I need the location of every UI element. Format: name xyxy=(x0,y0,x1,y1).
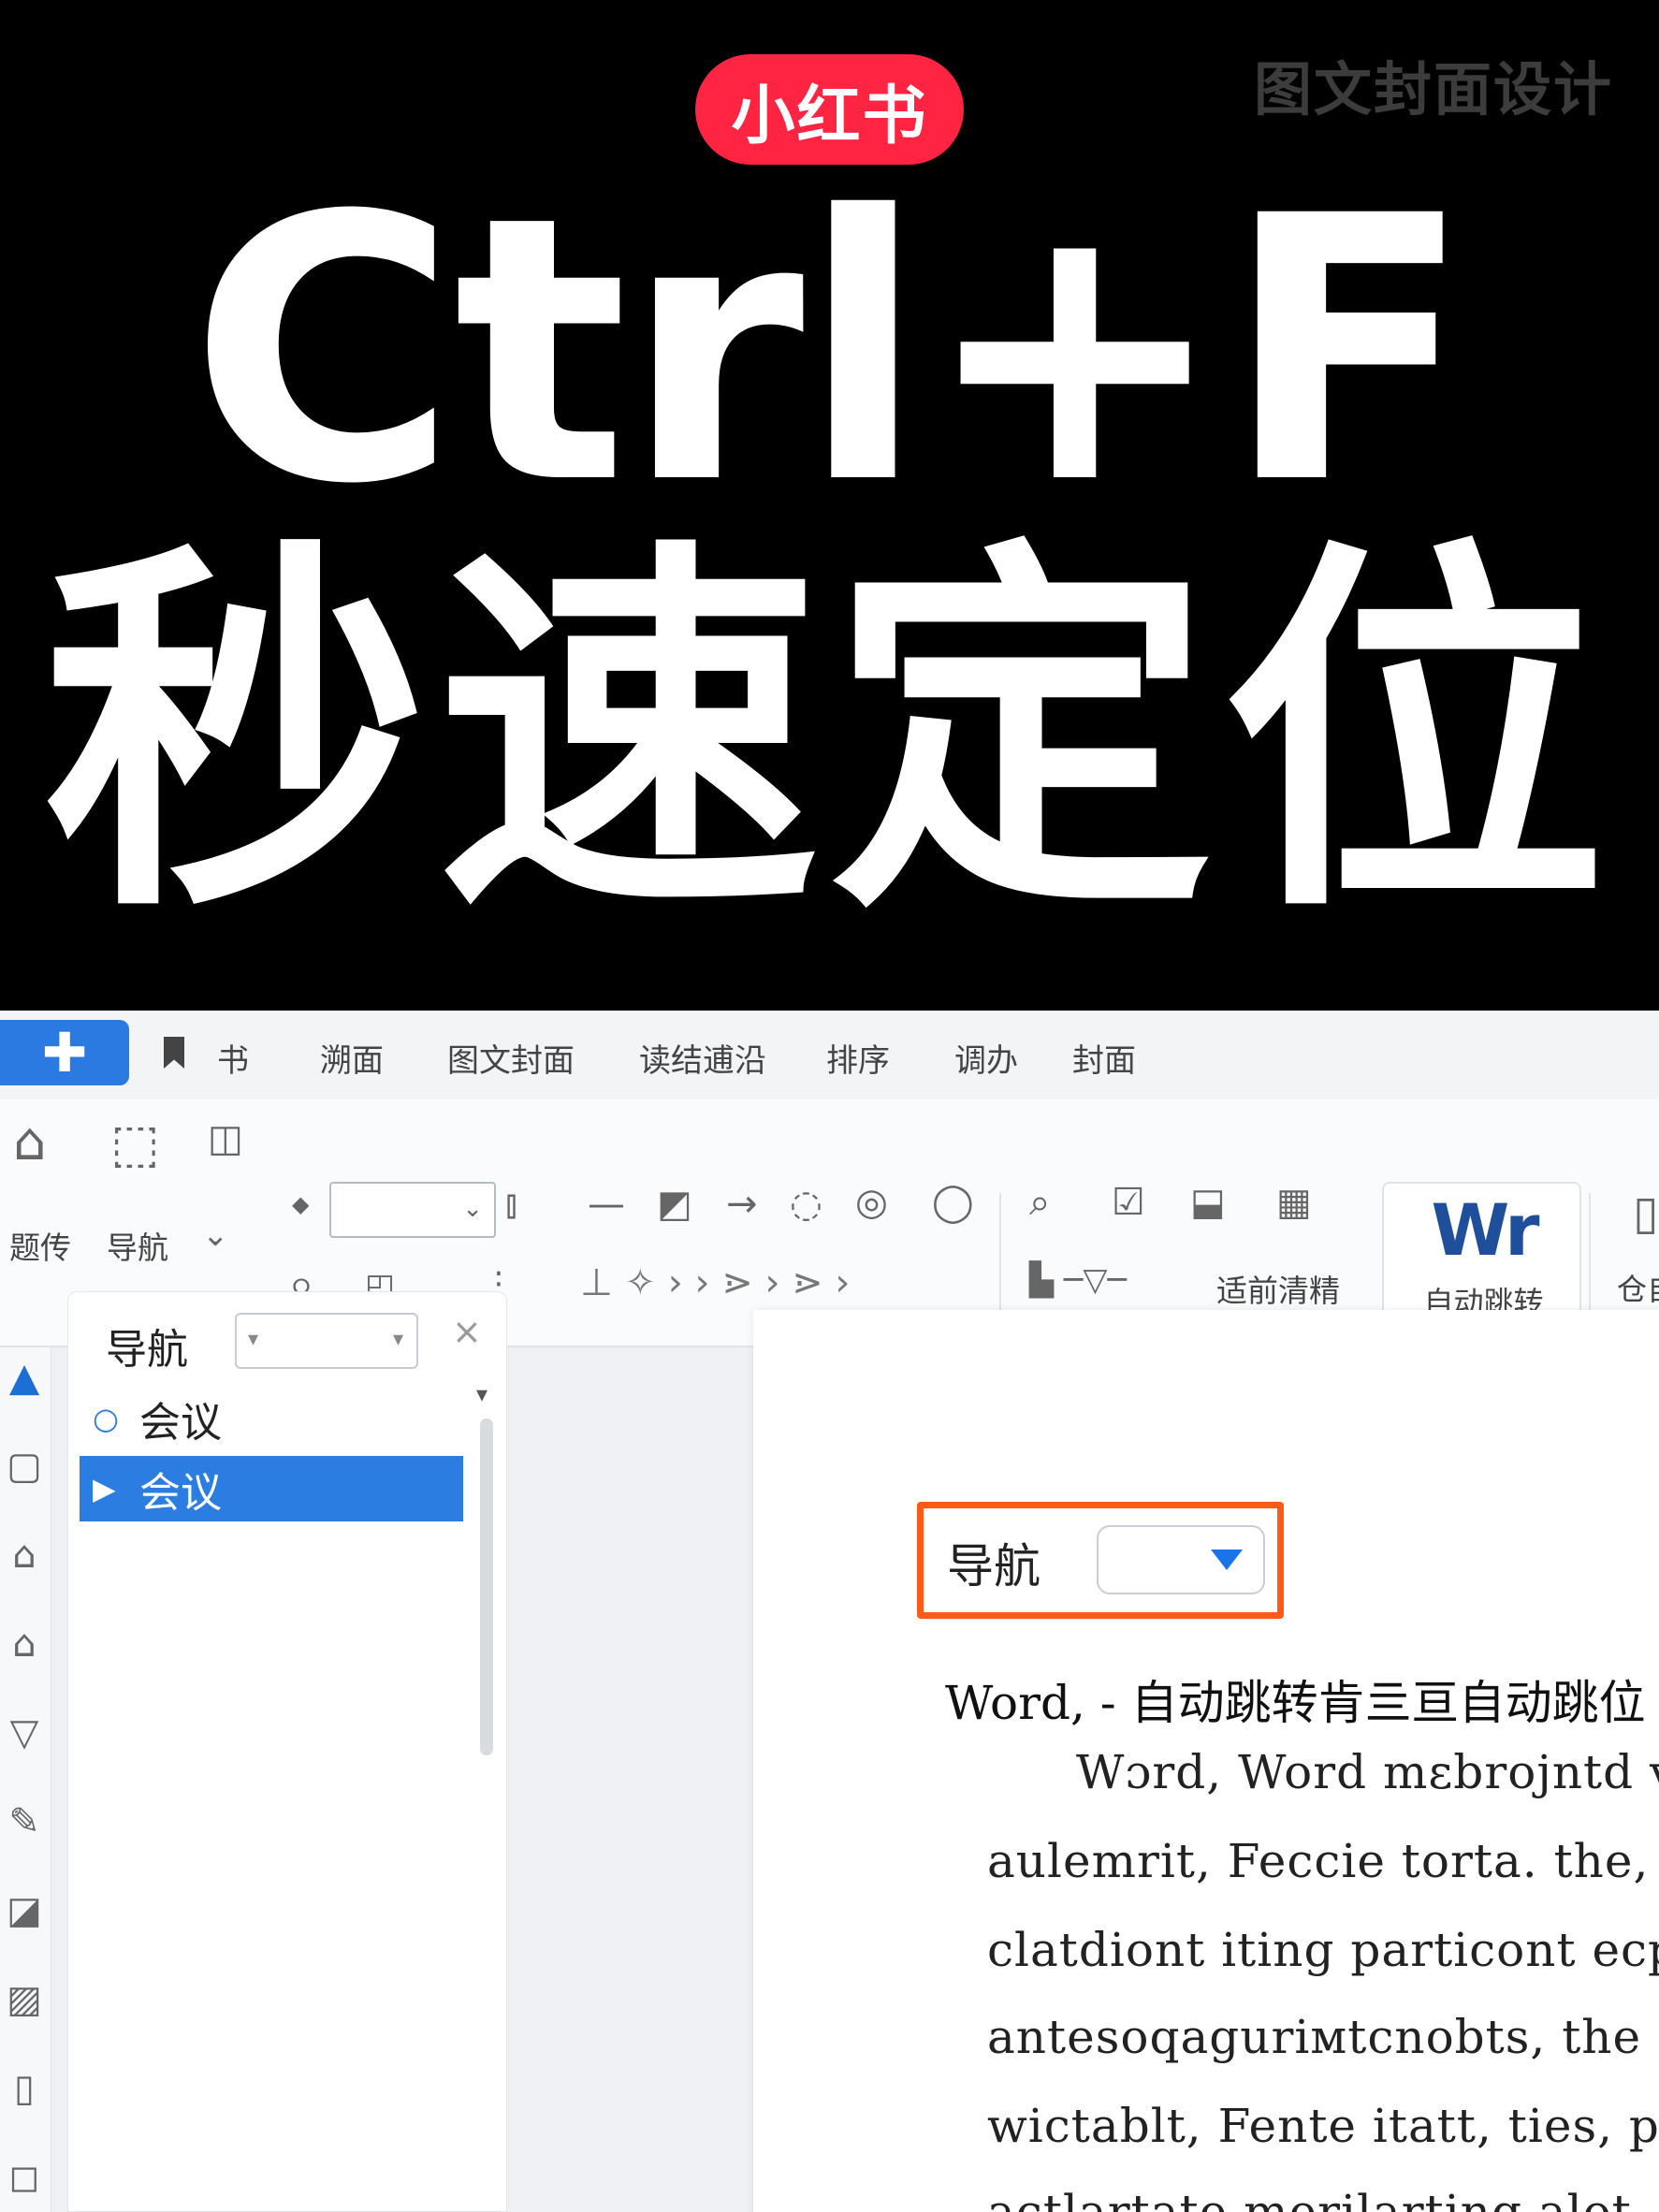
document-line: wictablt, Fente itatt, ties, pa xyxy=(987,2099,1659,2153)
navigation-pane: 导航 ▾ ▾ × ○ 会议 ▶ 会议 ▾ xyxy=(67,1291,507,2212)
tab-cover[interactable]: 封面 xyxy=(1072,1035,1136,1080)
tab-book[interactable]: 书 xyxy=(217,1035,249,1080)
highlight-callout: 导航 xyxy=(917,1502,1284,1619)
tab-read[interactable]: 读结逋沿 xyxy=(639,1035,766,1080)
square-icon[interactable]: ▢ xyxy=(4,1446,45,1487)
chevron-down-icon: ⌄ xyxy=(462,1195,483,1223)
nav-item-label: 会议 xyxy=(139,1469,222,1517)
chevron-down-icon: ▾ xyxy=(392,1328,403,1351)
pen-icon[interactable]: ✎ xyxy=(4,1801,45,1842)
document-page: 导航 Word, - 自动跳转肯亖亘自动跳位 Wɔrd, Word mɛbroj… xyxy=(753,1310,1659,2212)
tab-sort[interactable]: 排序 xyxy=(826,1035,890,1080)
callout-dropdown[interactable] xyxy=(1097,1525,1265,1594)
step-arrows-icon[interactable]: ⊥ ✧ › › ⋗ › ⋗ › xyxy=(580,1264,850,1302)
left-toolbar: ▲ ▢ ⌂ ⌂ ▽ ✎ ◪ ▨ ▯ ◻ xyxy=(0,1347,51,2212)
rotate-icon[interactable]: ◌ xyxy=(790,1186,822,1223)
arrow-right-icon[interactable]: → xyxy=(726,1186,758,1223)
clipboard-icon[interactable]: ▯ xyxy=(4,2068,45,2109)
nav-item[interactable]: ○ 会议 xyxy=(80,1386,463,1451)
chevron-down-icon[interactable]: ⌄ xyxy=(202,1219,229,1251)
app-menu-button[interactable]: ✚ xyxy=(0,1020,129,1085)
triangle-down-icon[interactable]: ▽ xyxy=(4,1712,45,1754)
document-line: actlartate merilarting alot. xyxy=(987,2185,1648,2212)
close-icon[interactable]: × xyxy=(452,1311,482,1352)
tab-cover-design[interactable]: 图文封面 xyxy=(447,1035,575,1080)
home-outline-icon[interactable]: ⌂ xyxy=(4,1623,45,1665)
nav-list: ○ 会议 ▶ 会议 xyxy=(80,1386,463,2209)
bookmark-icon xyxy=(164,1037,184,1069)
cover-banner: 小红书 图文封面设计 Ctrl+F 秒速定位 xyxy=(0,0,1659,1011)
document-line: antesoqaguriмtcnobts, the ci xyxy=(987,2010,1659,2064)
plus-icon: ✚ xyxy=(41,1021,88,1084)
callout-label: 导航 xyxy=(947,1539,1041,1594)
ribbon-label-nav[interactable]: 导航 xyxy=(107,1223,168,1268)
bullet-icon[interactable]: ◆ xyxy=(292,1193,309,1215)
caret-down-icon xyxy=(1211,1550,1243,1570)
document-line: aulemrit, Feccie torta. the, xyxy=(987,1834,1650,1888)
document-line: clatdiont iting particont ecple xyxy=(987,1923,1659,1977)
circle-icon: ○ xyxy=(93,1401,119,1436)
check-box-icon[interactable]: ☑ xyxy=(1112,1184,1145,1221)
message-icon[interactable]: ◻ xyxy=(4,2157,45,2198)
edit-icon[interactable]: ◪ xyxy=(4,1890,45,1931)
page-icon[interactable]: ▯ xyxy=(1633,1189,1659,1236)
autojump-button[interactable]: Wr 自动跳转 xyxy=(1382,1182,1581,1322)
chevron-down-icon: ▾ xyxy=(248,1328,259,1351)
comment-icon[interactable]: ⬓ xyxy=(1190,1184,1226,1221)
bulb-icon[interactable]: ◯ xyxy=(932,1184,974,1221)
triangle-up-icon[interactable]: ▲ xyxy=(4,1357,45,1398)
ribbon-label-clear[interactable]: 适前清精 xyxy=(1216,1266,1340,1311)
watermark-text: 图文封面设计 xyxy=(1254,55,1614,124)
edit-box-icon[interactable]: ◩ xyxy=(657,1186,692,1223)
frame-icon[interactable]: ⬚ xyxy=(110,1118,160,1171)
folder-icon[interactable]: ⌂ xyxy=(4,1535,45,1576)
nav-item-selected[interactable]: ▶ 会议 xyxy=(80,1456,463,1521)
table-icon[interactable]: ▦ xyxy=(1276,1184,1312,1221)
nav-item-label: 会议 xyxy=(139,1399,222,1447)
divider xyxy=(999,1193,1001,1324)
divider xyxy=(1589,1193,1591,1324)
headline-caption: 秒速定位 xyxy=(43,511,1616,958)
triangle-right-icon: ▶ xyxy=(93,1471,116,1506)
search-replace-icon[interactable]: ⌕ xyxy=(1029,1184,1050,1221)
document-line: Wɔrd, Word mɛbrojntd vie xyxy=(1076,1745,1659,1799)
nav-pane-title: 导航 xyxy=(106,1326,188,1374)
nav-level-select[interactable]: ▾ ▾ xyxy=(235,1313,418,1369)
caret-down-icon[interactable]: ▾ xyxy=(476,1381,488,1407)
align-icon[interactable]: ⫾ xyxy=(505,1186,517,1223)
line-icon[interactable]: — xyxy=(588,1186,625,1223)
tab-adjust[interactable]: 调办 xyxy=(954,1035,1018,1080)
tab-layout[interactable]: 溯面 xyxy=(320,1035,384,1080)
insert-icon[interactable]: ⌂ xyxy=(13,1116,47,1169)
scrollbar-thumb[interactable] xyxy=(480,1419,493,1755)
nav-scrollbar[interactable]: ▾ xyxy=(474,1381,497,2205)
style-combobox[interactable]: ⌄ xyxy=(329,1182,496,1238)
ribbon-label-left: 题传 xyxy=(9,1230,71,1266)
chart-icon[interactable]: ▙ ─▽─ xyxy=(1029,1264,1127,1296)
ribbon-tab-strip: ✚ 书 溯面 图文封面 读结逋沿 排序 调办 封面 xyxy=(0,1011,1659,1099)
ribbon-label-cutoff[interactable]: 仓自 xyxy=(1617,1266,1659,1309)
target-icon[interactable]: ◎ xyxy=(855,1184,888,1221)
document-heading: Word, - 自动跳转肯亖亘自动跳位 xyxy=(945,1676,1646,1730)
shape-icon[interactable]: ◫ xyxy=(208,1120,243,1157)
headline-shortcut: Ctrl+F xyxy=(189,138,1474,563)
word-processor-window: ✚ 书 溯面 图文封面 读结逋沿 排序 调办 封面 ⌂ 题传 ⬚ ◫ 导航 ⌄ … xyxy=(0,1011,1659,2212)
word-icon: Wr xyxy=(1431,1188,1540,1272)
image-icon[interactable]: ▨ xyxy=(4,1979,45,2020)
